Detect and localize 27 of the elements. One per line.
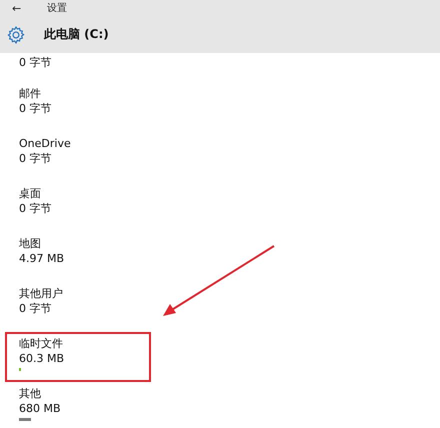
storage-item[interactable]: 0 字节 bbox=[5, 53, 151, 82]
category-name: 地图 bbox=[19, 236, 42, 251]
category-size: 0 字节 bbox=[19, 301, 52, 316]
back-button[interactable]: ← bbox=[12, 2, 22, 14]
category-name: 桌面 bbox=[19, 186, 42, 201]
storage-item[interactable]: 邮件 0 字节 bbox=[5, 82, 151, 132]
storage-item[interactable]: 地图 4.97 MB bbox=[5, 232, 151, 282]
highlight-frame[interactable]: 临时文件 60.3 MB bbox=[5, 332, 151, 382]
category-size: 0 字节 bbox=[19, 101, 52, 116]
category-size: 0 字节 bbox=[19, 201, 52, 216]
category-name: OneDrive bbox=[19, 136, 72, 151]
category-name: 其他 bbox=[19, 386, 42, 401]
category-name: 邮件 bbox=[19, 86, 42, 101]
category-size: 4.97 MB bbox=[19, 251, 66, 266]
category-name: 其他用户 bbox=[19, 286, 64, 301]
window-title: 设置 bbox=[47, 2, 68, 15]
category-size: 0 字节 bbox=[19, 55, 52, 70]
storage-item[interactable]: 桌面 0 字节 bbox=[5, 182, 151, 232]
page-title: 此电脑 (C:) bbox=[44, 26, 109, 43]
category-size: 60.3 MB bbox=[19, 351, 66, 366]
category-name: 临时文件 bbox=[19, 336, 64, 351]
gear-icon bbox=[6, 24, 26, 44]
storage-item[interactable]: OneDrive 0 字节 bbox=[5, 132, 151, 182]
storage-item[interactable]: 其他 680 MB bbox=[5, 382, 151, 428]
category-size: 680 MB bbox=[19, 401, 62, 416]
storage-item[interactable]: 其他用户 0 字节 bbox=[5, 282, 151, 332]
category-size: 0 字节 bbox=[19, 151, 52, 166]
